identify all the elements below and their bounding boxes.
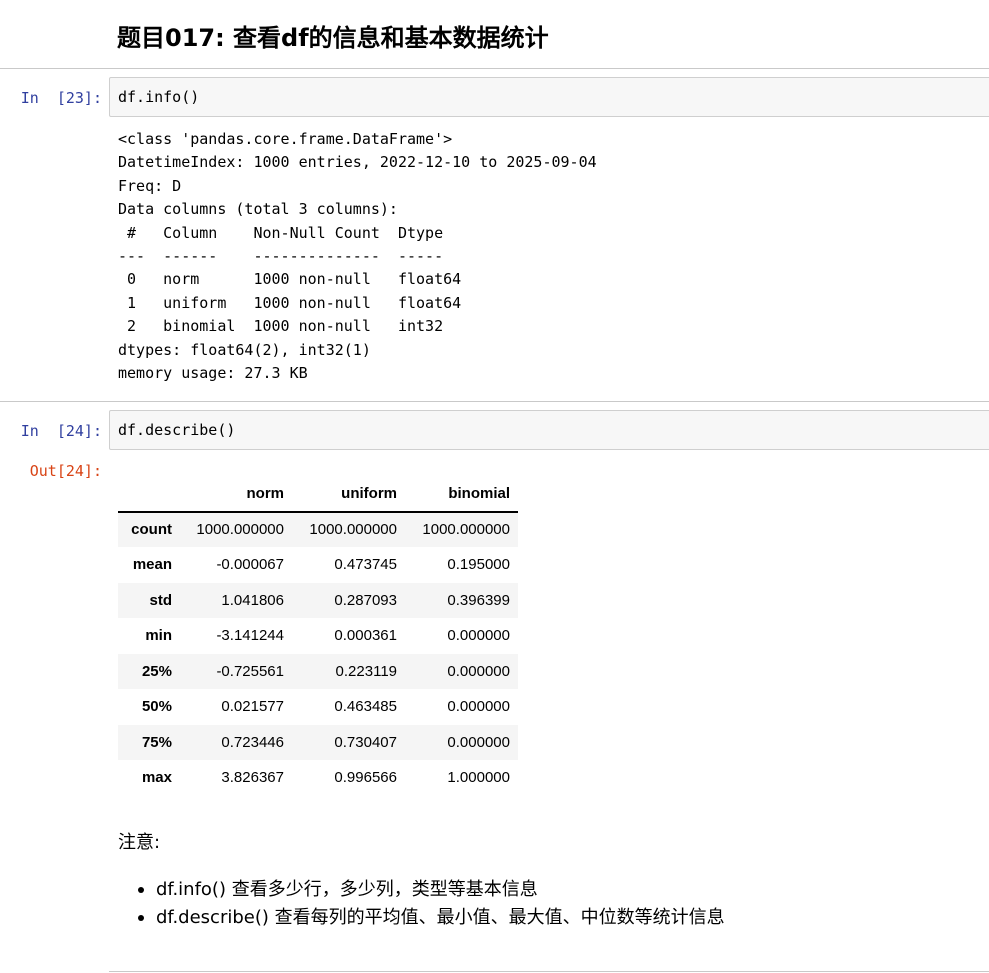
table-row: 50% 0.021577 0.463485 0.000000 (118, 689, 518, 725)
code-input-cell[interactable]: df.describe() (109, 410, 989, 450)
describe-dataframe-table: norm uniform binomial count 1000.000000 … (118, 476, 518, 796)
output-line: DatetimeIndex: 1000 entries, 2022-12-10 … (118, 153, 597, 172)
row-index: std (149, 591, 173, 609)
heading-title: 题目017: 查看df的信息和基本数据统计 (117, 24, 549, 52)
output-line: <class 'pandas.core.frame.DataFrame'> (118, 130, 453, 148)
table-row: min -3.141244 0.000361 0.000000 (118, 618, 518, 654)
note-item-text: df.info() 查看多少行，多少列，类型等基本信息 (156, 879, 538, 900)
row-index: count (131, 521, 172, 539)
table-row: count 1000.000000 1000.000000 1000.00000… (118, 511, 518, 547)
output-line: 1 uniform 1000 non-null float64 (118, 293, 462, 312)
table-row: 75% 0.723446 0.730407 0.000000 (118, 724, 518, 760)
output-line: Data columns (total 3 columns): (118, 200, 398, 219)
column-header: uniform (292, 476, 405, 513)
table-header-row: norm uniform binomial (118, 476, 518, 513)
row-index: 75% (141, 733, 172, 751)
row-index: 50% (141, 698, 172, 716)
table-cell: 1000.000000 (422, 521, 510, 539)
note-item-text: df.describe() 查看每列的平均值、最小值、最大值、中位数等统计信息 (156, 907, 725, 928)
row-index: 25% (141, 662, 172, 680)
table-row: max 3.826367 0.996566 1.000000 (118, 760, 518, 796)
table-cell: 0.473745 (334, 556, 397, 574)
code-text[interactable]: df.info() (118, 88, 199, 106)
list-item: df.info() 查看多少行，多少列，类型等基本信息 (118, 876, 725, 904)
column-header: binomial (405, 476, 518, 513)
output-line: 2 binomial 1000 non-null int32 (118, 317, 462, 336)
table-row: 25% -0.725561 0.223119 0.000000 (118, 653, 518, 689)
table-cell: 0.287093 (334, 591, 397, 609)
table-cell: 0.396399 (447, 591, 510, 609)
table-cell: 0.996566 (334, 769, 397, 787)
table-cell: 0.000000 (447, 733, 510, 751)
cell-divider (109, 971, 989, 972)
table-cell: 0.463485 (334, 698, 397, 716)
table-cell: -3.141244 (216, 627, 284, 645)
output-prompt: Out[24]: (29, 462, 102, 480)
table-cell: 0.021577 (221, 698, 284, 716)
row-index: mean (132, 556, 172, 574)
output-line: # Column Non-Null Count Dtype (118, 223, 462, 242)
cell-divider (0, 401, 989, 402)
output-line: --- ------ -------------- ----- (118, 247, 462, 266)
table-cell: 0.000000 (447, 627, 510, 645)
row-index: min (145, 627, 172, 645)
stdout-output: <class 'pandas.core.frame.DataFrame'> Da… (118, 128, 597, 385)
output-line: Freq: D (118, 176, 182, 195)
input-prompt: In [23]: (20, 89, 102, 107)
table-cell: -0.725561 (216, 662, 284, 680)
output-line: 0 norm 1000 non-null float64 (118, 270, 462, 289)
list-item: df.describe() 查看每列的平均值、最小值、最大值、中位数等统计信息 (118, 904, 725, 932)
note-label: 注意: (118, 832, 161, 853)
note-list: df.info() 查看多少行，多少列，类型等基本信息 df.describe(… (118, 876, 725, 932)
table-cell: 1.000000 (447, 769, 510, 787)
column-header: norm (180, 476, 292, 513)
bullet-icon (138, 887, 144, 893)
table-cell: 1000.000000 (196, 521, 284, 539)
table-cell: 0.723446 (221, 733, 284, 751)
table-cell: 0.000000 (447, 662, 510, 680)
table-row: mean -0.000067 0.473745 0.195000 (118, 547, 518, 583)
row-index: max (141, 769, 172, 787)
output-line: dtypes: float64(2), int32(1) (118, 340, 371, 359)
table-cell: 3.826367 (221, 769, 284, 787)
cell-divider (0, 68, 989, 69)
table-cell: 0.000361 (334, 627, 397, 645)
table-cell: 0.195000 (447, 556, 510, 574)
table-cell: 1000.000000 (309, 521, 397, 539)
table-cell: 1.041806 (221, 591, 284, 609)
table-row: std 1.041806 0.287093 0.396399 (118, 582, 518, 618)
table-cell: 0.000000 (447, 698, 510, 716)
table-cell: 0.730407 (334, 733, 397, 751)
code-input-cell[interactable]: df.info() (109, 77, 989, 117)
output-line: memory usage: 27.3 KB (118, 364, 308, 383)
table-cell: 0.223119 (335, 662, 397, 680)
column-header (118, 476, 180, 513)
bullet-icon (138, 915, 144, 921)
input-prompt: In [24]: (20, 422, 102, 440)
table-cell: -0.000067 (216, 556, 284, 574)
code-text[interactable]: df.describe() (118, 421, 235, 439)
